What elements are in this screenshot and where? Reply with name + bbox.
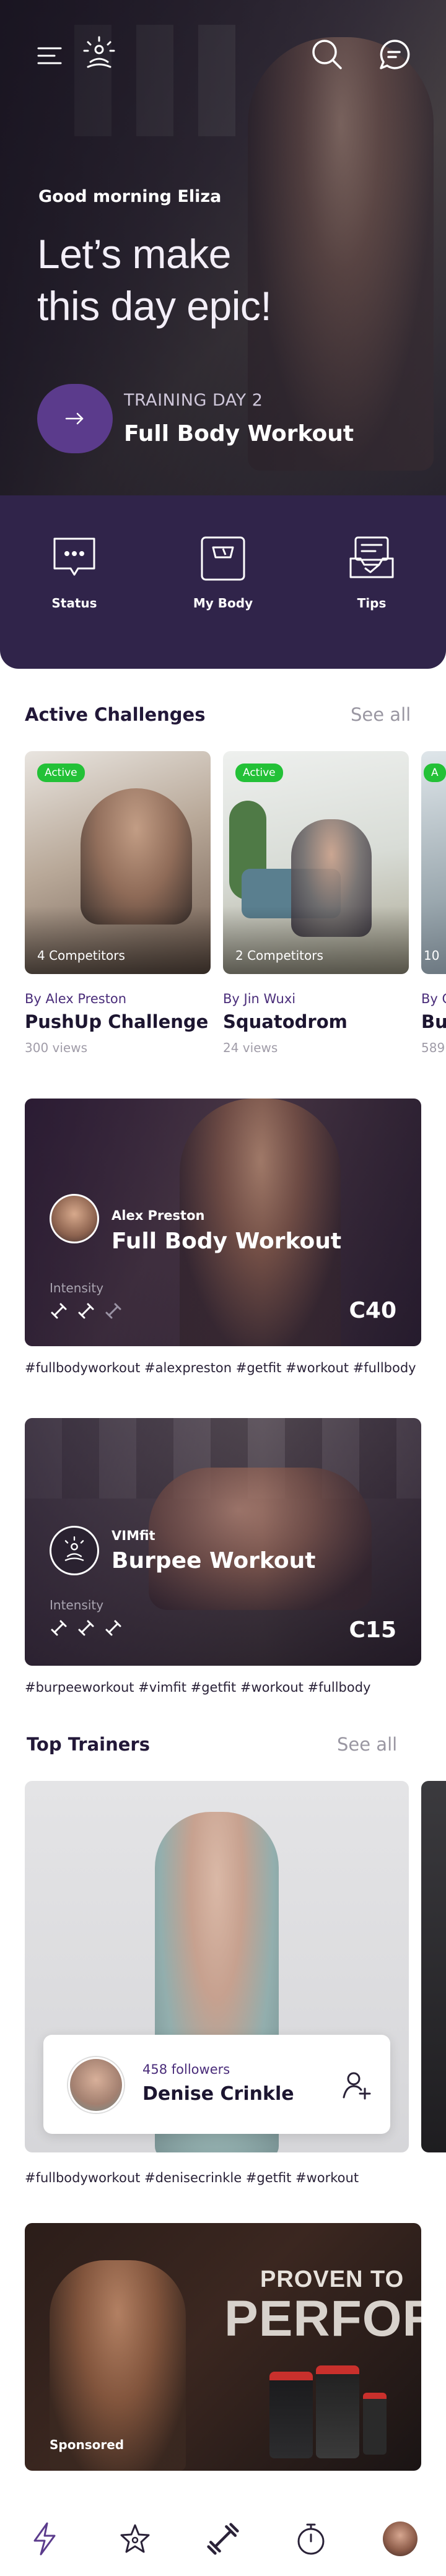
challenge-card-partial[interactable]: A 10 By C Bur 589 xyxy=(421,751,446,1061)
challenge-views: 589 xyxy=(421,1040,445,1055)
athlete-figure xyxy=(81,788,192,925)
product-image xyxy=(269,2372,313,2458)
bottom-navigation xyxy=(0,2502,446,2576)
workout-title: Burpee Workout xyxy=(112,1548,316,1573)
headline-line: this day epic! xyxy=(37,283,272,329)
active-challenges-heading: Active Challenges xyxy=(25,704,206,725)
intensity-label: Intensity xyxy=(50,1598,104,1612)
image-shade xyxy=(223,906,409,974)
active-badge: Active xyxy=(235,764,283,782)
see-all-trainers-link[interactable]: See all xyxy=(337,1734,397,1755)
workout-code: C15 xyxy=(349,1617,396,1643)
avatar[interactable] xyxy=(50,1194,99,1243)
active-badge: Active xyxy=(37,764,85,782)
dumbbell-icon xyxy=(207,2523,239,2555)
messages-icon[interactable] xyxy=(374,34,415,75)
trainer-info-box: 458 followers Denise Crinkle xyxy=(43,2035,390,2134)
challenge-author[interactable]: By Alex Preston xyxy=(25,991,126,1006)
scale-icon xyxy=(201,536,245,581)
current-workout-title[interactable]: Full Body Workout xyxy=(124,421,354,446)
tips-label: Tips xyxy=(357,596,387,611)
workout-title: Full Body Workout xyxy=(112,1229,342,1254)
dumbbell-icon xyxy=(105,1303,121,1319)
challenge-card[interactable]: Active 2 Competitors By Jin Wuxi Squatod… xyxy=(223,751,409,1061)
active-badge: A xyxy=(424,764,446,782)
headline-line: Let’s make xyxy=(37,231,231,277)
avatar[interactable] xyxy=(50,1526,99,1575)
competitors-count: 2 Competitors xyxy=(235,948,323,963)
challenge-author[interactable]: By Jin Wuxi xyxy=(223,991,295,1006)
meditation-icon xyxy=(64,1536,84,1561)
dumbbell-icon xyxy=(105,1620,121,1636)
nav-activity[interactable] xyxy=(20,2514,69,2564)
challenge-author[interactable]: By C xyxy=(421,991,446,1006)
workout-hashtags[interactable]: #fullbodyworkout #alexpreston #getfit #w… xyxy=(25,1360,416,1375)
lightning-icon xyxy=(33,2522,56,2556)
tips-button[interactable]: Tips xyxy=(322,534,421,611)
nav-timer[interactable] xyxy=(286,2514,336,2564)
meditation-icon[interactable] xyxy=(77,32,121,77)
add-user-icon xyxy=(343,2072,371,2100)
challenge-title: Bur xyxy=(421,1011,446,1032)
hero-headline: Let’s make this day epic! xyxy=(37,228,272,332)
challenge-views: 24 views xyxy=(223,1040,278,1055)
challenge-image: A 10 xyxy=(421,751,446,974)
workout-trainer-name: Alex Preston xyxy=(112,1208,205,1223)
workout-code: C40 xyxy=(349,1298,396,1323)
my-body-button[interactable]: My Body xyxy=(173,534,273,611)
trainer-followers: 458 followers xyxy=(142,2062,230,2077)
challenge-views: 300 views xyxy=(25,1040,88,1055)
star-icon xyxy=(120,2524,150,2553)
status-label: Status xyxy=(51,596,97,611)
avatar xyxy=(383,2522,418,2556)
my-body-label: My Body xyxy=(193,596,253,611)
dumbbell-icon xyxy=(51,1303,67,1319)
see-all-challenges-link[interactable]: See all xyxy=(351,704,411,725)
intensity-rating xyxy=(50,1302,123,1320)
start-workout-button[interactable] xyxy=(37,384,113,453)
intensity-label: Intensity xyxy=(50,1281,104,1295)
sponsored-tagline: PROVEN TO xyxy=(260,2266,404,2292)
trainer-card-partial[interactable] xyxy=(421,1781,446,2152)
status-button[interactable]: Status xyxy=(25,534,124,611)
top-trainers-heading: Top Trainers xyxy=(27,1734,150,1755)
dumbbell-icon xyxy=(51,1620,67,1636)
training-day-label: TRAINING DAY 2 xyxy=(124,391,263,410)
trainer-hashtags[interactable]: #fullbodyworkout #denisecrinkle #getfit … xyxy=(25,2170,359,2185)
intensity-rating xyxy=(50,1619,123,1637)
challenge-title: PushUp Challenge xyxy=(25,1011,209,1032)
chat-dots-icon xyxy=(53,537,95,576)
trainer-name: Denise Crinkle xyxy=(142,2083,294,2105)
stopwatch-icon xyxy=(297,2523,325,2555)
nav-favorites[interactable] xyxy=(110,2514,160,2564)
competitors-count: 4 Competitors xyxy=(37,948,125,963)
menu-icon[interactable] xyxy=(31,37,68,74)
search-icon[interactable] xyxy=(307,34,348,75)
avatar[interactable] xyxy=(68,2057,124,2113)
challenge-title: Squatodrom xyxy=(223,1011,348,1032)
product-image xyxy=(316,2365,359,2458)
dumbbell-icon xyxy=(78,1620,94,1636)
dumbbell-icon xyxy=(78,1303,94,1319)
trainer-card[interactable]: 458 followers Denise Crinkle xyxy=(25,1781,409,2152)
arrow-right-icon xyxy=(65,412,84,425)
clipboard-check-icon xyxy=(349,536,394,578)
sponsored-card[interactable]: PROVEN TO PERFORM Sponsored xyxy=(25,2223,421,2471)
sponsored-headline: PERFORM xyxy=(224,2291,421,2347)
greeting-text: Good morning Eliza xyxy=(38,187,222,206)
workout-card[interactable]: Alex Preston Full Body Workout Intensity… xyxy=(25,1099,421,1346)
competitors-count: 10 xyxy=(424,948,440,963)
workout-card[interactable]: VIMfit Burpee Workout Intensity C15 xyxy=(25,1418,421,1666)
challenge-image: Active 4 Competitors xyxy=(25,751,211,974)
nav-profile[interactable] xyxy=(375,2514,425,2564)
follow-trainer-button[interactable] xyxy=(339,2068,374,2103)
product-image xyxy=(363,2393,387,2455)
workout-hashtags[interactable]: #burpeeworkout #vimfit #getfit #workout … xyxy=(25,1680,370,1695)
image-shade xyxy=(25,906,211,974)
sponsored-label: Sponsored xyxy=(50,2437,125,2452)
workout-trainer-name: VIMfit xyxy=(112,1528,155,1543)
challenge-card[interactable]: Active 4 Competitors By Alex Preston Pus… xyxy=(25,751,211,1061)
nav-workouts[interactable] xyxy=(198,2514,248,2564)
challenge-image: Active 2 Competitors xyxy=(223,751,409,974)
